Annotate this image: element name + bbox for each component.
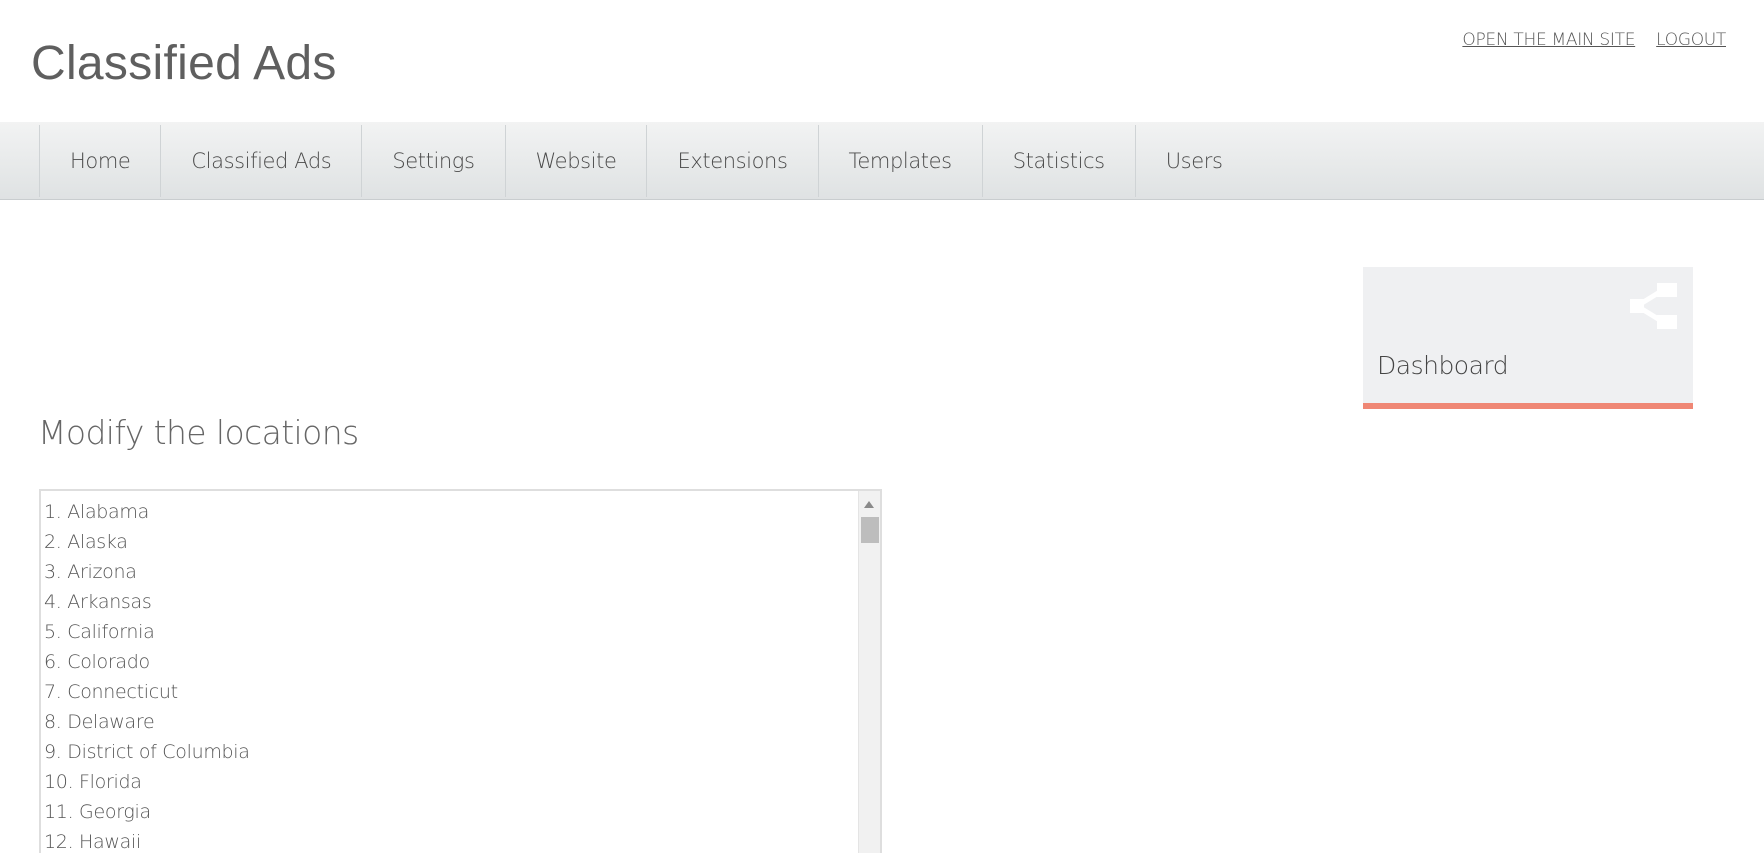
locations-listbox[interactable]: 1. Alabama 2. Alaska 3. Arizona 4. Arkan…	[39, 489, 882, 853]
location-item[interactable]: 9. District of Columbia	[44, 737, 250, 767]
location-item[interactable]: 5. California	[44, 617, 250, 647]
location-item[interactable]: 10. Florida	[44, 767, 250, 797]
nav-item-classified-ads[interactable]: Classified Ads	[160, 124, 361, 197]
scroll-up-arrow-icon[interactable]	[864, 501, 874, 508]
main-navbar: Home Classified Ads Settings Website Ext…	[0, 122, 1764, 200]
nav-item-statistics[interactable]: Statistics	[981, 124, 1135, 197]
location-item[interactable]: 3. Arizona	[44, 557, 250, 587]
dashboard-label: Dashboard	[1377, 351, 1509, 380]
header: Classified Ads OPEN THE MAIN SITE LOGOUT	[0, 0, 1764, 122]
location-item[interactable]: 4. Arkansas	[44, 587, 250, 617]
location-item[interactable]: 6. Colorado	[44, 647, 250, 677]
scrollbar-thumb[interactable]	[861, 517, 879, 543]
nav-item-website[interactable]: Website	[504, 124, 647, 197]
site-title: Classified Ads	[31, 37, 337, 90]
page-title: Modify the locations	[38, 413, 359, 452]
list-scrollbar[interactable]	[858, 491, 880, 853]
nav-item-home[interactable]: Home	[39, 124, 160, 197]
top-links: OPEN THE MAIN SITE LOGOUT	[1462, 30, 1726, 50]
dashboard-tile[interactable]: Dashboard	[1363, 267, 1693, 409]
location-item[interactable]: 11. Georgia	[44, 797, 250, 827]
location-item[interactable]: 2. Alaska	[44, 527, 250, 557]
location-item[interactable]: 1. Alabama	[44, 497, 250, 527]
logout-link[interactable]: LOGOUT	[1656, 30, 1726, 50]
location-item[interactable]: 12. Hawaii	[44, 827, 250, 853]
location-item[interactable]: 7. Connecticut	[44, 677, 250, 707]
nav-item-templates[interactable]: Templates	[817, 124, 982, 197]
location-item[interactable]: 8. Delaware	[44, 707, 250, 737]
nav-item-settings[interactable]: Settings	[361, 124, 504, 197]
nav-item-extensions[interactable]: Extensions	[646, 124, 817, 197]
nav-item-users[interactable]: Users	[1134, 124, 1253, 197]
share-icon	[1630, 283, 1677, 329]
location-items: 1. Alabama 2. Alaska 3. Arizona 4. Arkan…	[44, 497, 250, 853]
open-main-site-link[interactable]: OPEN THE MAIN SITE	[1462, 30, 1635, 50]
